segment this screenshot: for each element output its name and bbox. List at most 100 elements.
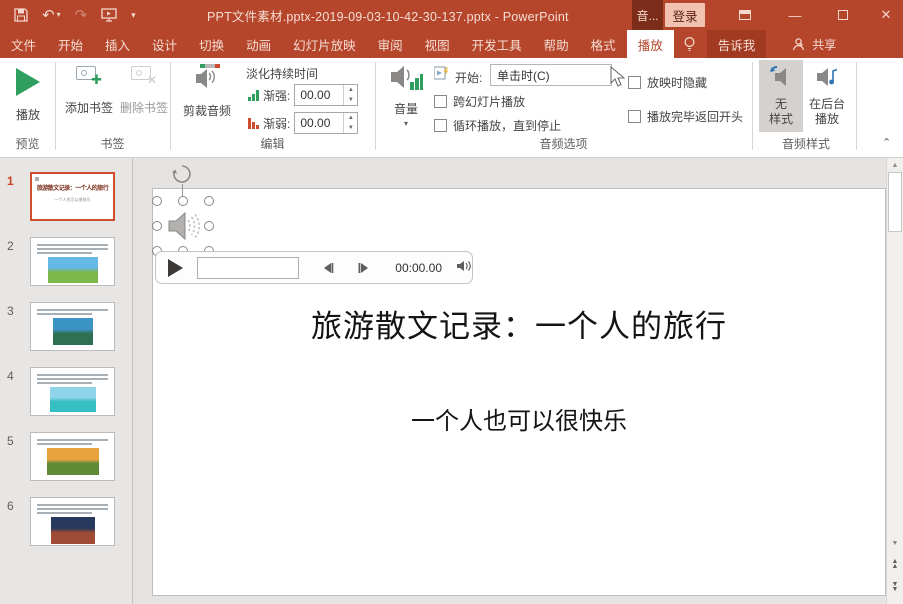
ribbon-playback-tab-panel: 播放 预览 ✚ 添加书签 ✕ 删除书签 书签 剪裁音频 淡化持续时间 渐强: 0… xyxy=(0,58,903,158)
selection-handle-nw[interactable] xyxy=(152,196,162,206)
fade-in-spin-arrows[interactable]: ▲ ▼ xyxy=(343,85,357,105)
save-icon[interactable] xyxy=(14,8,28,22)
remove-bookmark-button: ✕ 删除书签 xyxy=(118,64,170,116)
selection-handle-e[interactable] xyxy=(204,221,214,231)
menu-tab-插入[interactable]: 插入 xyxy=(94,30,141,58)
fade-out-icon xyxy=(248,117,259,129)
player-step-forward-button[interactable] xyxy=(357,262,371,274)
fade-duration-label: 淡化持续时间 xyxy=(246,67,319,81)
ribbon-display-options-icon[interactable] xyxy=(728,0,762,30)
thumb-text-line xyxy=(37,382,92,384)
play-in-background-button[interactable]: 在后台 播放 xyxy=(805,60,849,132)
account-button[interactable]: 音... xyxy=(632,0,663,30)
menu-tab-文件[interactable]: 文件 xyxy=(0,30,47,58)
thumbnail-row: 1 旅游散文记录：一个人的旅行 一个人也可以很快乐 xyxy=(0,172,133,224)
fade-out-spinner[interactable]: 00.00 ▲ ▼ xyxy=(294,112,359,134)
scroll-down-icon[interactable]: ▼ xyxy=(887,540,903,547)
slide-thumbnail-6[interactable] xyxy=(30,497,115,546)
no-style-button[interactable]: 无 样式 xyxy=(759,60,803,132)
thumbnail-row: 2 xyxy=(0,237,133,289)
fade-in-spinner[interactable]: 00.00 ▲ ▼ xyxy=(294,84,359,106)
menu-tab-幻灯片放映[interactable]: 幻灯片放映 xyxy=(282,30,367,58)
menu-tab-审阅[interactable]: 审阅 xyxy=(367,30,414,58)
player-play-button[interactable] xyxy=(168,258,183,277)
title-bar: ↶ ▾ ↷ ▾ PPT文件素材.pptx-2019-09-03-10-42-30-… xyxy=(0,0,903,30)
menu-tab-切换[interactable]: 切换 xyxy=(188,30,235,58)
scroll-up-icon[interactable]: ▲ xyxy=(887,162,903,169)
slide-thumbnail-4[interactable] xyxy=(30,367,115,416)
collapse-ribbon-icon[interactable]: ⌃ xyxy=(882,136,891,149)
slide-thumbnail-1[interactable]: 旅游散文记录：一个人的旅行 一个人也可以很快乐 xyxy=(30,172,115,221)
volume-button[interactable]: 音量 ▾ xyxy=(382,62,430,128)
checkbox-rewind-after-playing[interactable]: 播放完毕返回开头 xyxy=(628,108,743,125)
audio-speaker-icon[interactable] xyxy=(167,209,201,246)
group-label-edit: 编辑 xyxy=(260,137,285,151)
thumb-text-line xyxy=(37,248,108,250)
volume-icon xyxy=(389,62,423,95)
selection-handle-w[interactable] xyxy=(152,221,162,231)
checkbox-play-across-slides[interactable]: 跨幻灯片播放 xyxy=(434,93,525,110)
audio-player-bar: 00:00.00 xyxy=(155,251,473,284)
redo-icon: ↷ xyxy=(74,6,88,24)
start-combobox[interactable]: 单击时(C) xyxy=(490,64,612,86)
menu-bar: 文件 开始 插入 设计 切换 动画 幻灯片放映 审阅 视图 开发工具 帮助 格式 播放 告诉我 共享 xyxy=(0,30,903,58)
checkbox-loop-until-stopped[interactable]: 循环播放，直到停止 xyxy=(434,117,561,134)
player-volume-icon[interactable] xyxy=(456,259,472,276)
slide-subtitle-text[interactable]: 一个人也可以很快乐 xyxy=(153,401,885,436)
menu-tab-设计[interactable]: 设计 xyxy=(141,30,188,58)
start-label: 开始: xyxy=(455,71,483,85)
slide-editing-area: 旅游散文记录：一个人的旅行 一个人也可以很快乐 00:00.00 xyxy=(133,158,886,604)
slide-number: 2 xyxy=(7,239,14,253)
slide-thumbnail-3[interactable] xyxy=(30,302,115,351)
trim-audio-button[interactable]: 剪裁音频 xyxy=(176,64,238,119)
scrollbar-thumb[interactable] xyxy=(888,172,902,232)
thumb-text-line xyxy=(37,378,108,380)
player-step-back-button[interactable] xyxy=(321,262,335,274)
checkbox-icon xyxy=(434,95,447,108)
maximize-icon[interactable] xyxy=(826,0,860,30)
start-icon xyxy=(433,66,450,83)
close-icon[interactable]: ✕ xyxy=(869,0,903,30)
slide-number: 5 xyxy=(7,434,14,448)
selection-handle-n[interactable] xyxy=(178,196,188,206)
thumb-text-line xyxy=(37,374,108,376)
customize-qat-icon[interactable]: ▾ xyxy=(131,10,136,20)
add-bookmark-icon: ✚ xyxy=(76,64,102,86)
slide-title-text[interactable]: 旅游散文记录：一个人的旅行 xyxy=(153,301,885,346)
menu-tab-视图[interactable]: 视图 xyxy=(414,30,461,58)
mouse-cursor xyxy=(610,65,626,91)
menu-tab-开始[interactable]: 开始 xyxy=(47,30,94,58)
selection-handle-ne[interactable] xyxy=(204,196,214,206)
checkbox-hide-during-show[interactable]: 放映时隐藏 xyxy=(628,74,707,91)
start-slideshow-icon[interactable] xyxy=(101,8,117,22)
checkbox-icon xyxy=(434,119,447,132)
menu-tab-格式[interactable]: 格式 xyxy=(580,30,627,58)
play-preview-button[interactable]: 播放 xyxy=(4,64,52,123)
menu-tab-动画[interactable]: 动画 xyxy=(235,30,282,58)
previous-slide-icon[interactable]: ▲ ▲ xyxy=(887,558,903,570)
slide-thumbnail-2[interactable] xyxy=(30,237,115,286)
fade-out-spin-arrows[interactable]: ▲ ▼ xyxy=(343,113,357,133)
thumb-photo xyxy=(49,387,96,412)
undo-icon[interactable]: ↶ ▾ xyxy=(42,8,61,23)
thumbnail-row: 3 xyxy=(0,302,133,354)
player-progress-bar[interactable] xyxy=(197,256,300,279)
add-bookmark-button[interactable]: ✚ 添加书签 xyxy=(60,64,118,116)
slide-number: 6 xyxy=(7,499,14,513)
trim-audio-icon xyxy=(192,64,222,93)
remove-bookmark-icon: ✕ xyxy=(131,64,157,86)
audio-object-selection[interactable] xyxy=(152,196,214,256)
tell-me-button[interactable]: 告诉我 xyxy=(706,30,767,58)
slide-thumbnail-5[interactable] xyxy=(30,432,115,481)
menu-tab-帮助[interactable]: 帮助 xyxy=(533,30,580,58)
checkbox-icon xyxy=(628,110,641,123)
thumb-text-line xyxy=(37,508,108,510)
sign-in-button[interactable]: 登录 xyxy=(665,3,705,27)
next-slide-icon[interactable]: ▼ ▼ xyxy=(887,581,903,593)
menu-tab-播放[interactable]: 播放 xyxy=(626,30,674,58)
minimize-icon[interactable]: — xyxy=(778,0,812,30)
share-button[interactable]: 共享 xyxy=(780,30,848,58)
menu-tab-开发工具[interactable]: 开发工具 xyxy=(461,30,533,58)
undo-dropdown-icon[interactable]: ▾ xyxy=(57,11,61,19)
slide-canvas[interactable]: 旅游散文记录：一个人的旅行 一个人也可以很快乐 xyxy=(152,188,886,596)
